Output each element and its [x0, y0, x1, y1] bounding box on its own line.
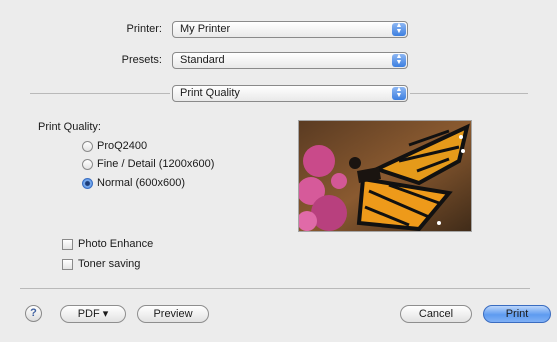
bottom-separator — [20, 288, 530, 289]
preview-button[interactable]: Preview — [137, 305, 209, 323]
popup-arrows-icon: ▲ ▼ — [392, 86, 406, 100]
toner-saving-label: Toner saving — [78, 258, 141, 270]
presets-value: Standard — [180, 54, 225, 66]
preview-image — [298, 120, 472, 232]
printer-value: My Printer — [180, 23, 231, 35]
printer-label: Printer: — [126, 23, 162, 35]
photo-enhance-label: Photo Enhance — [78, 238, 154, 250]
print-quality-heading: Print Quality: — [38, 121, 101, 133]
help-button[interactable]: ? — [25, 305, 42, 322]
radio-button-selected[interactable] — [82, 178, 93, 189]
popup-arrows-icon: ▲ ▼ — [392, 53, 406, 67]
popup-arrows-icon: ▲ ▼ — [392, 22, 406, 36]
radio-label: ProQ2400 — [97, 140, 148, 152]
presets-popup[interactable]: Standard ▲ ▼ — [172, 52, 408, 69]
radio-button[interactable] — [82, 159, 93, 170]
butterfly-illustration — [299, 121, 471, 231]
radio-button[interactable] — [82, 141, 93, 152]
separator-left — [30, 93, 170, 94]
panel-popup[interactable]: Print Quality ▲ ▼ — [172, 85, 408, 102]
toner-saving-checkbox[interactable] — [62, 259, 73, 270]
panel-value: Print Quality — [180, 87, 240, 99]
separator-right — [410, 93, 528, 94]
print-button[interactable]: Print — [483, 305, 551, 323]
radio-label: Fine / Detail (1200x600) — [97, 158, 215, 170]
printer-popup[interactable]: My Printer ▲ ▼ — [172, 21, 408, 38]
photo-enhance-checkbox[interactable] — [62, 239, 73, 250]
radio-label: Normal (600x600) — [97, 177, 186, 189]
cancel-button[interactable]: Cancel — [400, 305, 472, 323]
pdf-menu-button[interactable]: PDF ▾ — [60, 305, 126, 323]
presets-label: Presets: — [121, 54, 162, 66]
